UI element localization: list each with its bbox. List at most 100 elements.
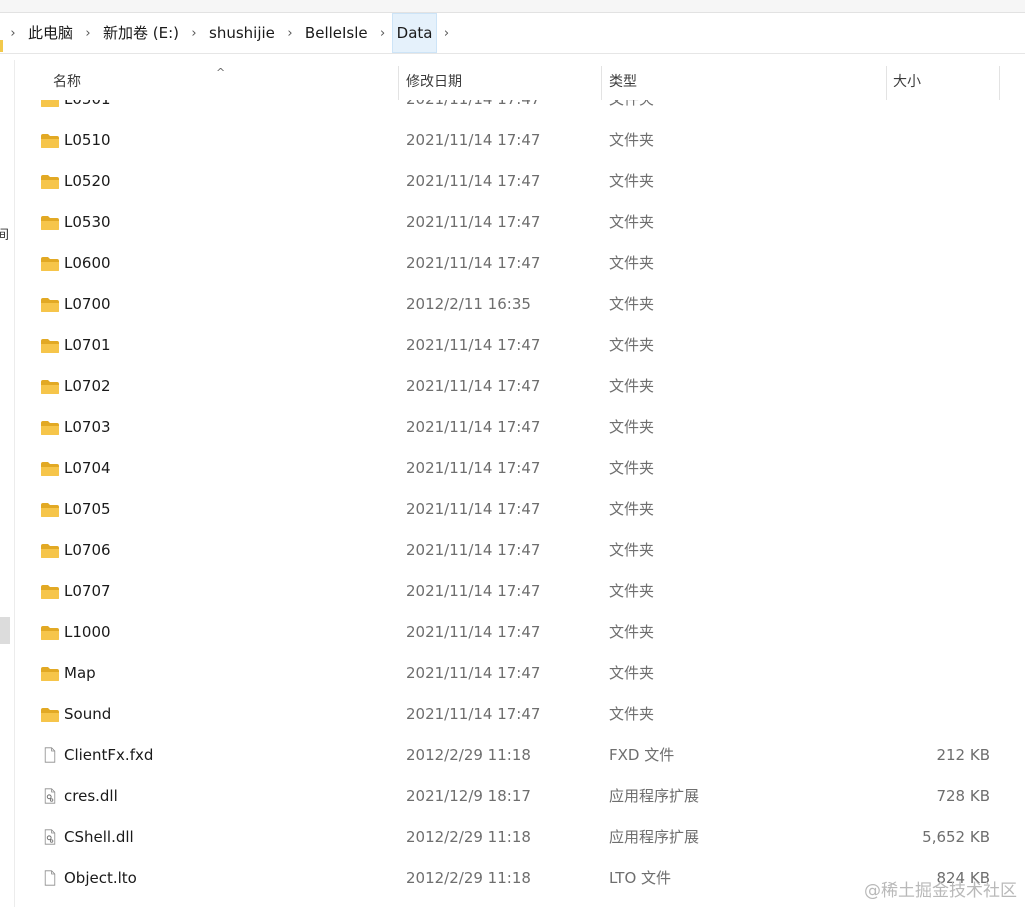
chevron-right-icon[interactable]: › [185, 26, 203, 41]
file-row[interactable]: L0600 2021/11/14 17:47 文件夹 [14, 243, 1025, 284]
chevron-right-icon[interactable]: › [79, 26, 97, 41]
file-row[interactable]: cres.dll 2021/12/9 18:17 应用程序扩展 728 KB [14, 776, 1025, 817]
column-divider[interactable] [601, 66, 602, 100]
file-type: 文件夹 [609, 377, 655, 395]
file-size [884, 100, 990, 120]
file-row[interactable]: L0706 2021/11/14 17:47 文件夹 [14, 530, 1025, 571]
folder-icon [40, 100, 60, 108]
sort-ascending-icon: ^ [216, 66, 226, 79]
file-size [884, 489, 990, 530]
dll-file-icon [40, 788, 60, 805]
column-divider[interactable] [886, 66, 887, 100]
folder-icon [40, 707, 60, 723]
file-name: L1000 [64, 623, 111, 641]
file-name: L0501 [64, 100, 111, 120]
file-row[interactable]: CShell.dll 2012/2/29 11:18 应用程序扩展 5,652 KB [14, 817, 1025, 858]
folder-icon [40, 625, 60, 641]
file-size [884, 653, 990, 694]
folder-icon [40, 215, 60, 231]
file-size [884, 120, 990, 161]
file-size [884, 448, 990, 489]
file-type: 文件夹 [609, 131, 655, 149]
column-divider[interactable] [398, 66, 399, 100]
file-name: L0530 [64, 213, 111, 231]
file-type: 文件夹 [609, 418, 655, 436]
file-row[interactable]: ClientFx.fxd 2012/2/29 11:18 FXD 文件 212 KB [14, 735, 1025, 776]
file-type: 应用程序扩展 [609, 787, 700, 805]
file-date-modified: 2021/11/14 17:47 [406, 705, 541, 723]
file-size [884, 571, 990, 612]
file-type: 文件夹 [609, 100, 654, 120]
window-top-edge [0, 0, 1025, 13]
file-row[interactable]: Sound 2021/11/14 17:47 文件夹 [14, 694, 1025, 735]
file-row[interactable]: L0501 2021/11/14 17:47 文件夹 [14, 100, 1025, 120]
breadcrumb-item[interactable]: 此电脑 [22, 14, 79, 52]
column-divider[interactable] [999, 66, 1000, 100]
file-row[interactable]: L0510 2021/11/14 17:47 文件夹 [14, 120, 1025, 161]
folder-icon [40, 420, 60, 436]
file-size [884, 325, 990, 366]
breadcrumb-item[interactable]: BelleIsle [299, 14, 374, 52]
file-date-modified: 2021/11/14 17:47 [406, 541, 541, 559]
file-date-modified: 2021/11/14 17:47 [406, 131, 541, 149]
file-size [884, 612, 990, 653]
file-type: 文件夹 [609, 254, 655, 272]
folder-icon [40, 543, 60, 559]
folder-icon [40, 256, 60, 272]
file-row[interactable]: L0703 2021/11/14 17:47 文件夹 [14, 407, 1025, 448]
folder-icon [40, 461, 60, 477]
file-type: 应用程序扩展 [609, 828, 700, 846]
file-name: L0707 [64, 582, 111, 600]
chevron-right-icon[interactable]: › [374, 26, 392, 41]
file-date-modified: 2021/11/14 17:47 [406, 213, 541, 231]
chevron-right-icon[interactable]: › [437, 26, 455, 41]
folder-icon [40, 133, 60, 149]
file-name: CShell.dll [64, 828, 134, 846]
column-header-type[interactable]: 类型 [609, 60, 637, 100]
column-header-date[interactable]: 修改日期 [406, 60, 462, 100]
file-date-modified: 2021/11/14 17:47 [406, 664, 541, 682]
column-header-name[interactable]: 名称 [53, 60, 81, 100]
chevron-right-icon[interactable]: › [281, 26, 299, 41]
breadcrumb-item[interactable]: 新加卷 (E:) [97, 14, 185, 52]
file-type: FXD 文件 [609, 746, 675, 764]
file-name: L0706 [64, 541, 111, 559]
file-size [884, 243, 990, 284]
address-bar[interactable]: › 此电脑 › 新加卷 (E:) › shushijie › BelleIsle › Data › [0, 13, 1025, 54]
chevron-right-icon[interactable]: › [4, 26, 22, 41]
file-size [884, 284, 990, 325]
file-name: cres.dll [64, 787, 118, 805]
file-name: ClientFx.fxd [64, 746, 154, 764]
file-type: 文件夹 [609, 541, 655, 559]
file-size [884, 202, 990, 243]
file-size [884, 530, 990, 571]
file-name: L0701 [64, 336, 111, 354]
file-row[interactable]: L0520 2021/11/14 17:47 文件夹 [14, 161, 1025, 202]
file-icon [40, 747, 60, 764]
file-name: Sound [64, 705, 112, 723]
breadcrumb-item[interactable]: Data [391, 13, 438, 53]
file-date-modified: 2012/2/11 16:35 [406, 295, 531, 313]
folder-icon [40, 338, 60, 354]
file-row[interactable]: L0700 2012/2/11 16:35 文件夹 [14, 284, 1025, 325]
file-name: L0600 [64, 254, 111, 272]
file-row[interactable]: L0530 2021/11/14 17:47 文件夹 [14, 202, 1025, 243]
column-header-size[interactable]: 大小 [893, 60, 921, 100]
file-row[interactable]: L0702 2021/11/14 17:47 文件夹 [14, 366, 1025, 407]
file-date-modified: 2021/11/14 17:47 [406, 418, 541, 436]
file-row[interactable]: L1000 2021/11/14 17:47 文件夹 [14, 612, 1025, 653]
file-date-modified: 2021/11/14 17:47 [406, 500, 541, 518]
watermark: @稀土掘金技术社区 [864, 881, 1017, 901]
folder-icon [40, 584, 60, 600]
file-row[interactable]: L0707 2021/11/14 17:47 文件夹 [14, 571, 1025, 612]
breadcrumb-item[interactable]: shushijie [203, 14, 281, 52]
column-header-row: 名称 ^ 修改日期 类型 大小 [0, 60, 1025, 100]
file-row[interactable]: Map 2021/11/14 17:47 文件夹 [14, 653, 1025, 694]
file-type: 文件夹 [609, 213, 655, 231]
file-row[interactable]: L0701 2021/11/14 17:47 文件夹 [14, 325, 1025, 366]
file-row[interactable]: L0704 2021/11/14 17:47 文件夹 [14, 448, 1025, 489]
file-size: 728 KB [936, 787, 990, 805]
file-row[interactable]: L0705 2021/11/14 17:47 文件夹 [14, 489, 1025, 530]
file-date-modified: 2012/2/29 11:18 [406, 828, 531, 846]
file-name: L0520 [64, 172, 111, 190]
